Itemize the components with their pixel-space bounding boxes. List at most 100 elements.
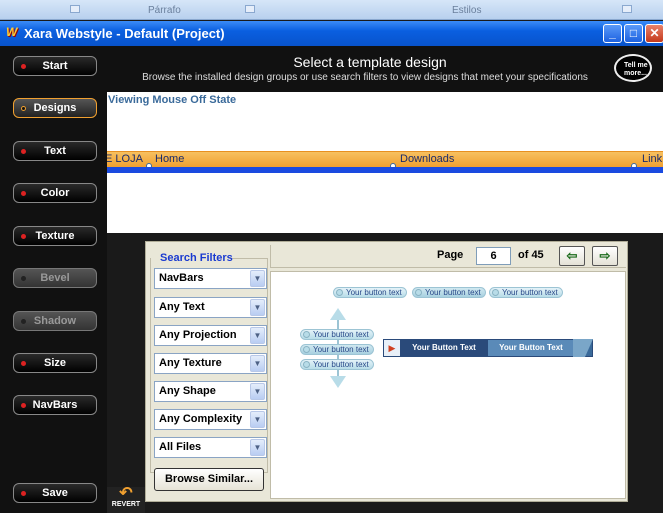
preview-nav-item[interactable]: E LOJA (107, 153, 143, 165)
dialog-launcher-icon[interactable] (70, 5, 80, 13)
nav-texture-button[interactable]: Texture (13, 226, 97, 246)
arrow-left-icon: ⇦ (566, 248, 578, 263)
filter-value: NavBars (159, 272, 204, 284)
nav-label: Color (40, 187, 70, 199)
bullet-icon (21, 319, 26, 324)
thumb-button: Your button text (300, 359, 374, 370)
preview-nav-item[interactable]: Downloads (400, 153, 454, 165)
filter-select[interactable]: All Files ▼ (154, 437, 267, 458)
nav-label: NavBars (32, 399, 78, 411)
close-button[interactable]: ✕ (645, 24, 663, 43)
filter-value: Any Texture (159, 357, 222, 369)
ribbon-label-paragraph: Párrafo (148, 5, 181, 16)
maximize-button[interactable]: □ (624, 24, 643, 43)
play-arrow-icon: ▶ (384, 340, 400, 356)
chevron-down-icon[interactable]: ▼ (250, 355, 265, 372)
orb-icon (303, 361, 310, 368)
filter-value: Any Text (159, 301, 205, 313)
filter-value: Any Complexity (159, 413, 243, 425)
thumb-button: Your button text (333, 287, 407, 298)
chevron-down-icon[interactable]: ▼ (250, 439, 265, 456)
filter-select[interactable]: Any Texture ▼ (154, 353, 267, 374)
search-filters-title: Search Filters (160, 252, 233, 264)
undo-arrow-icon: ↶ (119, 485, 133, 502)
bullet-icon (21, 276, 26, 281)
thumb-button: Your button text (300, 329, 374, 340)
window-title: Xara Webstyle - Default (Project) (24, 26, 225, 41)
page-title: Select a template design (293, 54, 447, 70)
bullet-icon (21, 234, 26, 239)
bullet-icon (21, 149, 26, 154)
nav-save-button[interactable]: Save (13, 483, 97, 503)
orb-icon (303, 331, 310, 338)
bullet-icon (21, 403, 26, 408)
filter-select[interactable]: Any Projection ▼ (154, 325, 267, 346)
dialog-launcher-icon[interactable] (245, 5, 255, 13)
filter-select[interactable]: NavBars ▼ (154, 268, 267, 289)
thumb-button-text: Your button text (502, 288, 558, 297)
chevron-down-icon[interactable]: ▼ (250, 411, 265, 428)
orb-icon (336, 289, 343, 296)
thumb-button: Your button text (412, 287, 486, 298)
chevron-down-icon[interactable]: ▼ (250, 299, 265, 316)
revert-button[interactable]: ↶ REVERT (107, 485, 145, 513)
ribbon-label-styles: Estilos (452, 5, 482, 16)
nav-size-button[interactable]: Size (13, 353, 97, 373)
nav-bevel-button[interactable]: Bevel (13, 268, 97, 288)
nav-navbars-button[interactable]: NavBars (13, 395, 97, 415)
thumb-button: Your button text (300, 344, 374, 355)
bullet-icon (21, 64, 26, 69)
filter-value: Any Shape (159, 385, 216, 397)
orb-icon (492, 289, 499, 296)
thumb-button-text: Your button text (313, 360, 369, 369)
page-subtitle: Browse the installed design groups or us… (142, 72, 588, 83)
preview-nav-item[interactable]: Link (642, 153, 662, 165)
preview-state-label: Viewing Mouse Off State (108, 94, 237, 106)
filter-select[interactable]: Any Text ▼ (154, 297, 267, 318)
minimize-button[interactable]: _ (603, 24, 622, 43)
nav-shadow-button[interactable]: Shadow (13, 311, 97, 331)
page-input[interactable]: 6 (476, 247, 511, 265)
thumb-horizontal-nav: ▶ Your Button Text Your Button Text (383, 339, 593, 357)
nav-text-button[interactable]: Text (13, 141, 97, 161)
design-preview: Viewing Mouse Off State E LOJA Home Down… (107, 92, 663, 233)
nav-label: Size (43, 357, 66, 369)
pager: Page 6 of 45 ⇦ ⇨ (270, 245, 626, 268)
filter-value: All Files (159, 441, 202, 453)
chevron-down-icon[interactable]: ▼ (250, 270, 265, 287)
orb-icon (303, 346, 310, 353)
bullet-icon (21, 361, 26, 366)
nav-label: Start (42, 60, 68, 72)
bullet-icon (21, 491, 26, 496)
bullet-icon (21, 106, 26, 111)
nav-label: Save (42, 487, 68, 499)
nav-label: Text (44, 145, 66, 157)
filter-select[interactable]: Any Shape ▼ (154, 381, 267, 402)
nav-designs-button[interactable]: Designs (13, 98, 97, 118)
nav-label: Texture (35, 230, 75, 242)
filter-select[interactable]: Any Complexity ▼ (154, 409, 267, 430)
browse-similar-button[interactable]: Browse Similar... (154, 468, 264, 491)
preview-navbar: E LOJA Home Downloads Link (107, 151, 663, 169)
filter-value: Any Projection (159, 329, 237, 341)
thumb-button-text: Your button text (425, 288, 481, 297)
tell-me-more-button[interactable]: Tell me more... (614, 54, 652, 82)
thumb-nav-item: Your Button Text (488, 340, 574, 356)
thumb-button-text: Your button text (346, 288, 402, 297)
dialog-launcher-icon[interactable] (622, 5, 632, 13)
revert-label: REVERT (111, 501, 141, 508)
nav-label: Bevel (40, 272, 70, 284)
page-count: of 45 (518, 249, 544, 261)
thumb-button-text: Your button text (313, 345, 369, 354)
title-bar: W Xara Webstyle - Default (Project) _ □ … (0, 21, 663, 46)
page-header: Select a template design Browse the inst… (107, 46, 663, 92)
tell-me-label: Tell me more... (624, 62, 648, 77)
design-thumbnail[interactable]: Your button text Your button text Your b… (270, 271, 626, 499)
chevron-down-icon[interactable]: ▼ (250, 327, 265, 344)
search-panel: Search Filters NavBars ▼ Any Text ▼ Any Pr… (145, 241, 628, 502)
preview-nav-item[interactable]: Home (155, 153, 184, 165)
prev-page-button[interactable]: ⇦ (559, 246, 585, 266)
nav-color-button[interactable]: Color (13, 183, 97, 203)
chevron-down-icon[interactable]: ▼ (250, 383, 265, 400)
next-page-button[interactable]: ⇨ (592, 246, 618, 266)
